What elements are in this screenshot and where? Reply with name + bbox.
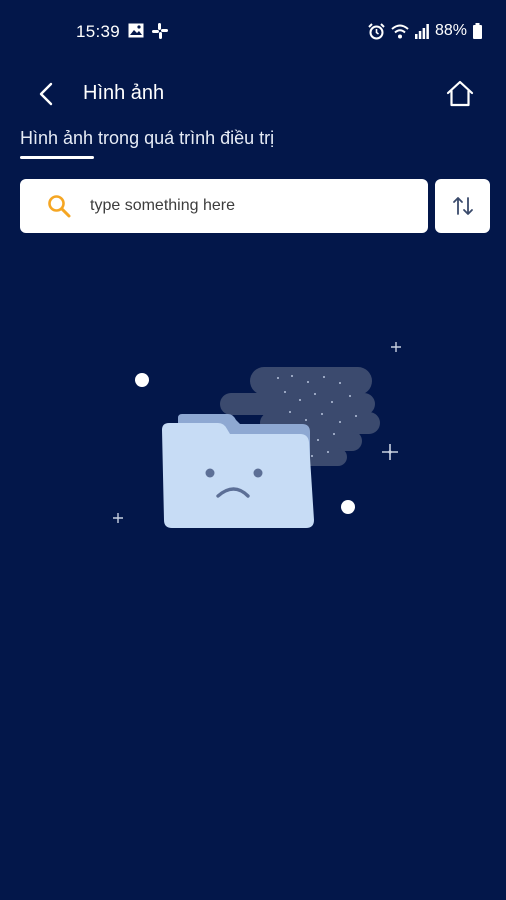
home-icon bbox=[446, 80, 474, 107]
chevron-left-icon bbox=[39, 82, 53, 106]
folder-front bbox=[162, 423, 314, 528]
battery-percent: 88% bbox=[434, 22, 467, 39]
search-box bbox=[20, 179, 428, 233]
status-time: 15:39 bbox=[76, 22, 121, 41]
back-button[interactable] bbox=[34, 80, 62, 108]
status-bar: 15:39 88% bbox=[0, 0, 506, 64]
sort-button[interactable] bbox=[435, 179, 490, 233]
signal-icon bbox=[414, 23, 429, 39]
folder-eye-right bbox=[253, 468, 263, 478]
sort-arrows-icon bbox=[453, 197, 473, 215]
battery-icon bbox=[473, 23, 482, 39]
tab-treatment-images[interactable]: Hình ảnh trong quá trình điều trị bbox=[20, 128, 274, 149]
image-icon bbox=[128, 23, 144, 39]
sad-folder-illustration bbox=[113, 342, 401, 528]
page-title: Hình ảnh bbox=[83, 82, 165, 104]
alarm-icon bbox=[368, 22, 385, 40]
search-icon bbox=[48, 195, 71, 218]
home-button[interactable] bbox=[444, 78, 476, 110]
app-header: Hình ảnh bbox=[0, 70, 506, 118]
slack-icon bbox=[152, 23, 168, 39]
tab-active-indicator bbox=[20, 156, 94, 159]
folder-eye-left bbox=[205, 468, 215, 478]
search-input[interactable] bbox=[88, 179, 420, 233]
wifi-icon bbox=[391, 24, 409, 39]
